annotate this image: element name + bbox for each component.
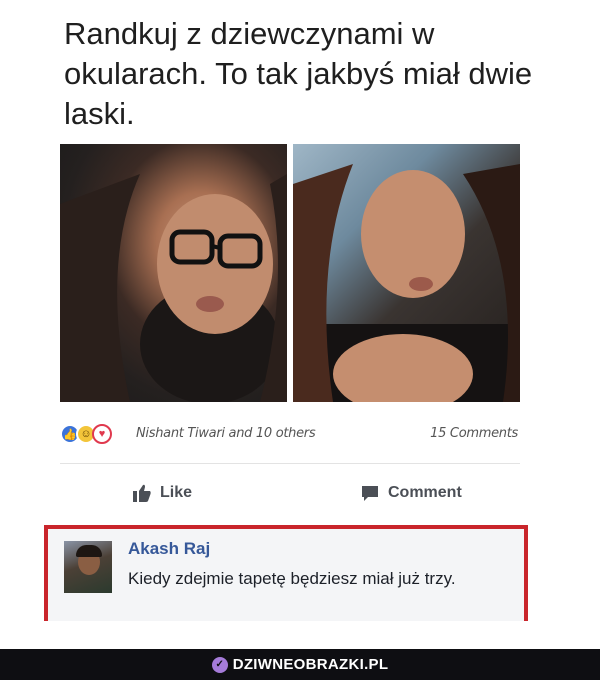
reactions-bar: 👍 ☺ ♥ Nishant Tiwari and 10 others 15 Co…	[60, 420, 520, 448]
comment-label: Comment	[388, 484, 462, 501]
comment-button[interactable]: Comment	[360, 476, 462, 510]
like-button[interactable]: Like	[132, 476, 192, 510]
divider	[60, 463, 520, 464]
reaction-icons[interactable]: 👍 ☺ ♥	[60, 424, 112, 444]
love-icon: ♥	[92, 424, 112, 444]
photo-without-glasses-illustration	[293, 164, 520, 402]
brand-watermark: ✓ DZIWNEOBRAZKI.PL	[0, 649, 600, 680]
highlighted-comment: Akash Raj Kiedy zdejmie tapetę będziesz …	[44, 525, 528, 621]
footer-bar: ✓ DZIWNEOBRAZKI.PL	[0, 649, 600, 680]
comment-bubble-icon	[362, 486, 378, 501]
reactors-text[interactable]: Nishant Tiwari and 10 others	[136, 426, 316, 441]
post-actions: Like Comment	[60, 476, 520, 510]
photo-grid	[60, 144, 520, 402]
avatar-hair	[76, 545, 102, 557]
avatar[interactable]	[64, 541, 112, 593]
photo-with-glasses[interactable]	[60, 144, 287, 402]
comments-count[interactable]: 15 Comments	[430, 426, 518, 441]
photo-without-glasses[interactable]	[293, 144, 520, 402]
brand-logo-icon: ✓	[211, 656, 228, 673]
photo-with-glasses-illustration	[60, 174, 287, 402]
comment-author[interactable]: Akash Raj	[128, 539, 210, 559]
like-label: Like	[160, 484, 193, 501]
meme-caption: Randkuj z dziewczynami w okularach. To t…	[64, 16, 533, 131]
brand-name: DZIWNEOBRAZKI.PL	[232, 656, 389, 673]
thumbs-up-icon	[133, 484, 151, 502]
comment-text: Kiedy zdejmie tapetę będziesz miał już t…	[128, 569, 456, 588]
